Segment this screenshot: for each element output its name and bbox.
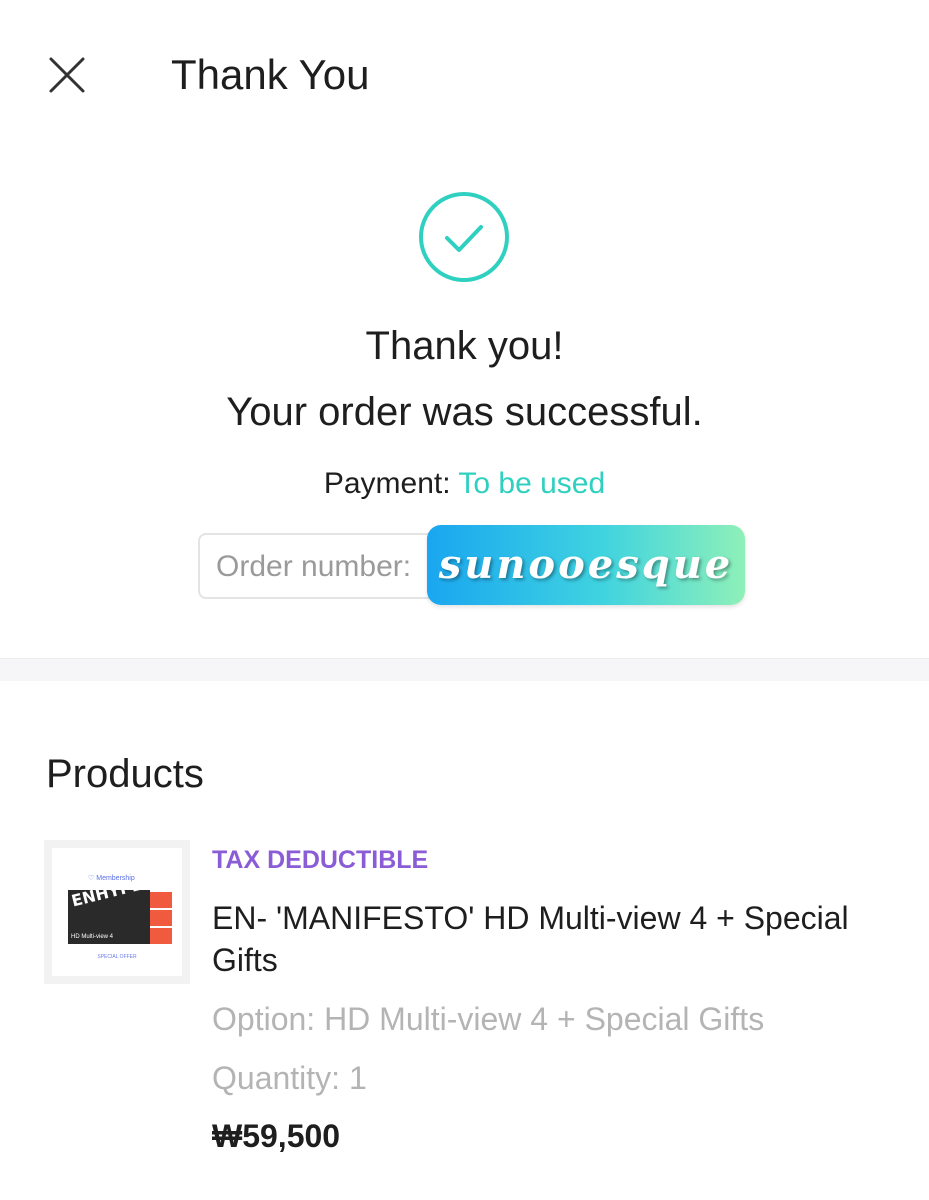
product-thumbnail[interactable]: ♡ Membership ENHYPEN HD Multi-view 4 SPE… — [44, 840, 190, 984]
product-name[interactable]: EN- 'MANIFESTO' HD Multi-view 4 + Specia… — [212, 897, 852, 981]
thumbnail-swatch — [150, 928, 172, 944]
thumbnail-photo: ENHYPEN HD Multi-view 4 — [68, 890, 150, 944]
thumbnail-card: ♡ Membership ENHYPEN HD Multi-view 4 SPE… — [52, 848, 182, 976]
thumbnail-photo-caption: HD Multi-view 4 — [71, 934, 114, 940]
order-number-label: Order number: — [216, 550, 412, 583]
products-section-title: Products — [46, 752, 204, 796]
product-price: ₩59,500 — [212, 1118, 341, 1154]
thumbnail-photo-text: ENHYPEN — [69, 890, 150, 911]
header: Thank You — [0, 0, 929, 150]
close-icon — [49, 57, 85, 93]
thumbnail-brand: ♡ Membership — [88, 875, 135, 882]
thumbnail-footer: SPECIAL OFFER — [97, 954, 137, 960]
thumbnail-swatch — [150, 892, 172, 908]
check-circle-icon — [417, 190, 511, 284]
order-success-message: Your order was successful. — [226, 390, 703, 434]
thumbnail-swatch — [150, 910, 172, 926]
watermark-overlay: sunooesque — [427, 525, 745, 605]
watermark-text: sunooesque — [438, 541, 734, 588]
payment-status: Payment: To be used — [0, 465, 929, 503]
page-title: Thank You — [171, 51, 370, 98]
tax-deductible-badge: TAX DEDUCTIBLE — [212, 846, 429, 874]
product-quantity: Quantity: 1 — [212, 1060, 367, 1096]
product-option: Option: HD Multi-view 4 + Special Gifts — [212, 1001, 765, 1037]
section-divider — [0, 658, 929, 681]
close-button[interactable] — [40, 48, 94, 102]
payment-value: To be used — [458, 467, 606, 500]
payment-label: Payment: — [323, 467, 459, 500]
thank-you-heading: Thank you! — [365, 324, 564, 368]
